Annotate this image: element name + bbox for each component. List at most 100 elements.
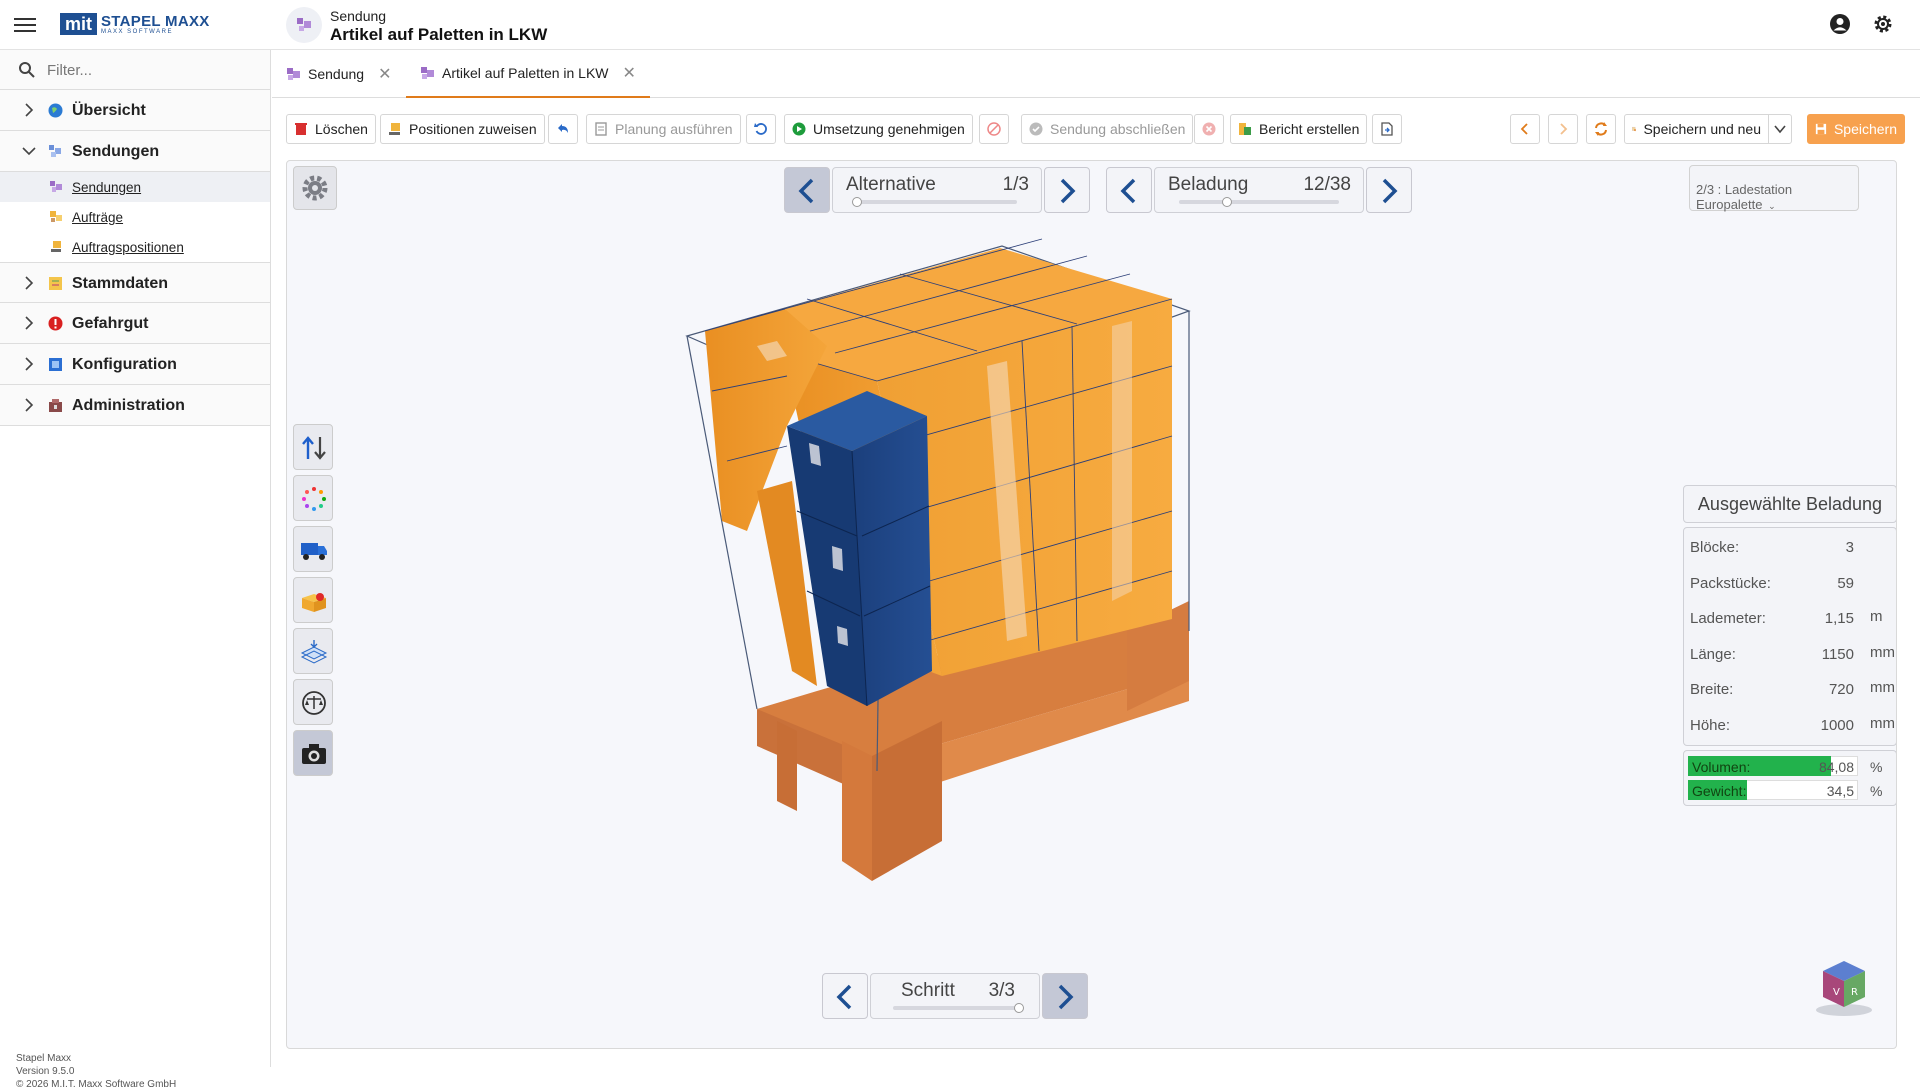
report-icon xyxy=(1239,123,1251,135)
alternative-prev-button[interactable] xyxy=(784,167,830,213)
step-slider-track[interactable] xyxy=(893,1006,1019,1010)
loading-prev-button[interactable] xyxy=(1106,167,1152,213)
package-tool[interactable] xyxy=(293,577,333,623)
alternative-stepper[interactable]: Alternative 1/3 xyxy=(832,167,1042,213)
balance-tool[interactable] xyxy=(293,679,333,725)
master-data-icon xyxy=(49,277,62,290)
previous-record-button[interactable] xyxy=(1510,114,1540,144)
sidebar-item-label: Administration xyxy=(72,397,185,414)
assign-positions-button[interactable]: Positionen zuweisen xyxy=(380,114,545,144)
truck-tool[interactable] xyxy=(293,526,333,572)
cancel-approval-button[interactable] xyxy=(979,114,1009,144)
globe-icon xyxy=(48,103,63,118)
next-record-button[interactable] xyxy=(1548,114,1578,144)
alternative-label: Alternative xyxy=(846,174,936,195)
color-dots-tool[interactable] xyxy=(293,475,333,521)
loading-details: Blöcke: 3 Packstücke: 59 Lademeter: 1,15 m L… xyxy=(1683,527,1896,746)
tab-artikel-auf-paletten[interactable]: Artikel auf Paletten in LKW ✕ xyxy=(406,50,650,98)
export-button[interactable] xyxy=(1372,114,1402,144)
filter-input[interactable]: Filter... xyxy=(0,50,270,90)
app-logo[interactable]: mit STAPEL MAXX MAXX SOFTWARE xyxy=(60,13,210,35)
loading-slider-handle[interactable] xyxy=(1222,197,1232,207)
package-icon xyxy=(302,593,326,612)
sidebar-item-uebersicht[interactable]: Übersicht xyxy=(0,90,270,131)
alternative-slider-track[interactable] xyxy=(857,200,1017,204)
order-icon xyxy=(50,211,62,222)
sidebar-item-administration[interactable]: Administration xyxy=(0,385,270,426)
bar-value: 34,5 xyxy=(1826,783,1854,799)
detail-unit: mm xyxy=(1870,643,1895,661)
detail-key: Packstücke: xyxy=(1690,574,1771,592)
tab-bar: Sendung ✕ Artikel auf Paletten in LKW ✕ xyxy=(272,50,1920,98)
alternative-next-button[interactable] xyxy=(1044,167,1090,213)
reset-button[interactable] xyxy=(746,114,776,144)
sidebar-item-gefahrgut[interactable]: Gefahrgut xyxy=(0,303,270,344)
sidebar-subitem-label: Aufträge xyxy=(72,210,124,225)
step-next-button[interactable] xyxy=(1042,973,1088,1019)
detail-key: Lademeter: xyxy=(1690,610,1766,627)
viewer-settings-button[interactable] xyxy=(293,166,337,210)
svg-text:V: V xyxy=(1833,987,1840,998)
reject-button[interactable] xyxy=(1194,114,1224,144)
chevron-left-icon xyxy=(798,178,814,204)
undo-button[interactable] xyxy=(548,114,578,144)
user-icon[interactable] xyxy=(1829,13,1853,37)
chevron-right-icon xyxy=(25,276,34,290)
loading-stepper[interactable]: Beladung 12/38 xyxy=(1154,167,1364,213)
view-cube-icon[interactable]: V R xyxy=(1811,953,1877,1019)
sidebar-item-stammdaten[interactable]: Stammdaten xyxy=(0,262,270,303)
step-slider-handle[interactable] xyxy=(1014,1003,1024,1013)
chevron-right-icon xyxy=(25,316,34,330)
sidebar-item-label: Übersicht xyxy=(72,102,146,119)
pallet-3d-viewer[interactable]: Alternative 1/3 Beladung 12/38 2/3 : Lad… xyxy=(286,160,1897,1049)
detail-key: Länge: xyxy=(1690,645,1736,663)
loading-slider-track[interactable] xyxy=(1179,200,1339,204)
detail-unit: mm xyxy=(1870,714,1895,732)
gear-icon[interactable] xyxy=(1872,13,1896,37)
camera-tool[interactable] xyxy=(293,730,333,776)
loading-next-button[interactable] xyxy=(1366,167,1412,213)
bar-key: Volumen: xyxy=(1692,759,1751,775)
chevron-right-icon xyxy=(1058,984,1074,1010)
approve-implementation-button[interactable]: Umsetzung genehmigen xyxy=(784,114,973,144)
sidebar-item-label: Sendungen xyxy=(72,143,160,160)
sidebar-subitem-sendungen[interactable]: Sendungen xyxy=(0,172,270,202)
refresh-icon xyxy=(1595,122,1607,136)
sidebar-item-konfiguration[interactable]: Konfiguration xyxy=(0,344,270,385)
close-icon[interactable]: ✕ xyxy=(378,64,391,84)
create-report-button[interactable]: Bericht erstellen xyxy=(1230,114,1368,144)
menu-icon[interactable] xyxy=(14,15,36,33)
save-and-new-button[interactable]: Speichern und neu xyxy=(1624,114,1769,144)
refresh-button[interactable] xyxy=(1586,114,1616,144)
close-icon[interactable]: ✕ xyxy=(623,63,636,83)
save-button[interactable]: Speichern xyxy=(1807,114,1905,144)
station-select[interactable]: 2/3 : Ladestation Europalette ⌄ xyxy=(1689,165,1859,212)
sidebar-subitem-auftraege[interactable]: Aufträge xyxy=(0,202,270,232)
step-prev-button[interactable] xyxy=(822,973,868,1019)
bar-unit: % xyxy=(1870,759,1883,775)
sidebar-item-sendungen[interactable]: Sendungen xyxy=(0,131,270,172)
shipment-icon xyxy=(421,67,434,79)
save-options-dropdown[interactable] xyxy=(1768,114,1792,144)
color-dots-icon xyxy=(302,487,326,511)
alternative-slider-handle[interactable] xyxy=(852,197,862,207)
layers-tool[interactable] xyxy=(293,628,333,674)
detail-row-bloecke: Blöcke: 3 xyxy=(1684,530,1896,566)
orange-block-right xyxy=(704,238,1173,676)
floppy-disk-icon xyxy=(1815,123,1827,135)
step-stepper[interactable]: Schritt 3/3 xyxy=(870,973,1040,1019)
detail-row-hoehe: Höhe: 1000 mm xyxy=(1684,708,1896,744)
order-position-icon xyxy=(389,123,400,135)
close-circle-icon xyxy=(1202,122,1216,136)
pallet-3d-scene[interactable] xyxy=(287,161,1897,1049)
swap-direction-tool[interactable] xyxy=(293,424,333,470)
sidebar-subitem-auftragspositionen[interactable]: Auftragspositionen xyxy=(0,232,270,262)
chevron-down-icon xyxy=(22,147,36,156)
finish-shipment-button[interactable]: Sendung abschließen xyxy=(1021,114,1194,144)
station-value: 2/3 : Ladestation Europalette xyxy=(1696,182,1793,212)
configuration-icon xyxy=(49,358,62,371)
tab-sendung[interactable]: Sendung ✕ xyxy=(286,50,391,98)
run-planning-button[interactable]: Planung ausführen xyxy=(586,114,741,144)
delete-button[interactable]: Löschen xyxy=(286,114,376,144)
viewer-tools xyxy=(293,424,333,781)
